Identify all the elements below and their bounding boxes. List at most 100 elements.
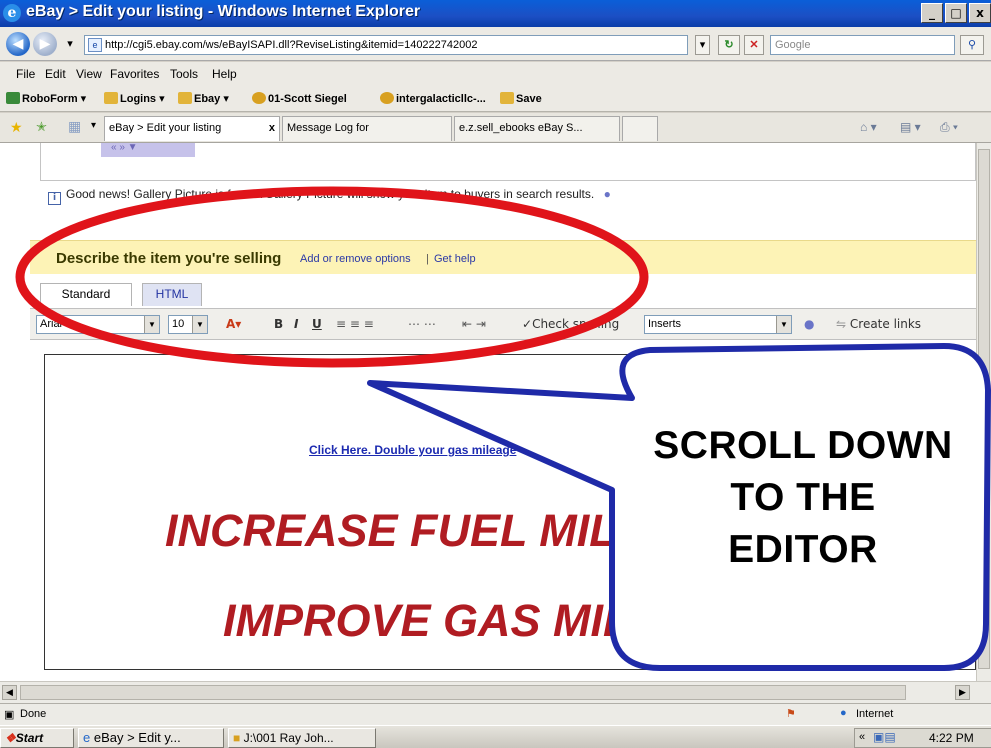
tab-message-log[interactable]: Message Log for xyxy=(282,116,452,141)
key-icon xyxy=(178,92,192,104)
folder-icon: ■ xyxy=(233,731,241,745)
font-color-label: A xyxy=(226,317,236,331)
create-links-label: Create links xyxy=(849,317,922,331)
italic-button[interactable]: I xyxy=(294,317,298,331)
save-link[interactable]: Save xyxy=(500,92,542,105)
tab-ez-sell[interactable]: e.z.sell_ebooks eBay S... xyxy=(454,116,620,141)
key-icon xyxy=(104,92,118,104)
back-icon[interactable]: ◀ xyxy=(6,32,30,56)
address-input[interactable]: e http://cgi5.ebay.com/ws/eBayISAPI.dll?… xyxy=(84,35,688,55)
callout-line-3: EDITOR xyxy=(728,528,878,571)
ebay-link[interactable]: Ebay ▾ xyxy=(178,92,229,105)
horizontal-scrollbar[interactable]: ◀ ▶ xyxy=(0,681,991,703)
taskbar-item-ebay[interactable]: e eBay > Edit y... xyxy=(78,728,224,748)
tab-label: eBay > Edit your listing xyxy=(109,122,222,134)
roboform-link[interactable]: RoboForm ▾ xyxy=(6,92,86,105)
address-dropdown-icon[interactable]: ▾ xyxy=(695,35,710,55)
tray-icons[interactable]: ▣▤ xyxy=(873,730,896,744)
history-dropdown-icon[interactable]: ▾ xyxy=(62,35,78,55)
add-favorites-icon[interactable]: ✭ xyxy=(36,119,47,135)
font-select[interactable]: Arial ▼ xyxy=(36,315,160,334)
tab-list-icon[interactable]: ▾ xyxy=(91,120,96,131)
search-input[interactable]: Google xyxy=(770,35,955,55)
hscroll-thumb[interactable] xyxy=(20,685,906,700)
vertical-scrollbar[interactable] xyxy=(976,143,991,681)
bold-button[interactable]: B xyxy=(274,317,283,331)
minimize-button[interactable]: _ xyxy=(921,3,943,23)
intergalactic-link[interactable]: intergalacticllc-... xyxy=(380,92,486,105)
check-spelling-button[interactable]: ✓Check spelling xyxy=(522,317,619,331)
check-spelling-label: Check spelling xyxy=(532,317,620,331)
inserts-value: Inserts xyxy=(648,318,682,330)
status-text: Done xyxy=(20,708,47,720)
address-url: http://cgi5.ebay.com/ws/eBayISAPI.dll?Re… xyxy=(105,39,478,51)
tab-label: Message Log for xyxy=(287,122,369,134)
roboform-icon xyxy=(6,92,20,104)
logins-link[interactable]: Logins ▾ xyxy=(104,92,165,105)
page-content: « » ▼ i Good news! Gallery Picture is fre… xyxy=(0,143,976,681)
add-remove-options-link[interactable]: Add or remove options xyxy=(300,253,411,265)
page-icon: e xyxy=(88,38,102,52)
menu-favorites[interactable]: Favorites xyxy=(110,67,159,81)
close-button[interactable]: x xyxy=(969,3,991,23)
print-icon[interactable]: ⎙ ▾ xyxy=(940,120,958,135)
section-title: Describe the item you're selling xyxy=(56,250,282,267)
create-links-button[interactable]: ⇋ Create links xyxy=(836,317,921,331)
new-tab-button[interactable] xyxy=(622,116,658,141)
windows-logo-icon: ❖ xyxy=(5,731,16,745)
links-bar: RoboForm ▾ Logins ▾ Ebay ▾ 01-Scott Sieg… xyxy=(0,86,991,112)
clock: 4:22 PM xyxy=(929,731,974,745)
refresh-icon[interactable]: ↻ xyxy=(718,35,740,55)
home-icon[interactable]: ⌂ ▾ xyxy=(860,120,877,134)
tab-standard[interactable]: Standard xyxy=(40,283,132,306)
menu-tools[interactable]: Tools xyxy=(170,67,198,81)
search-icon[interactable]: ⚲ xyxy=(960,35,984,55)
help-icon[interactable]: ● xyxy=(604,187,611,201)
feeds-icon[interactable]: ▤ ▾ xyxy=(900,120,921,134)
forward-icon[interactable]: ▶ xyxy=(33,32,57,56)
taskbar-item-folder[interactable]: ■ J:\001 Ray Joh... xyxy=(228,728,376,748)
maximize-button[interactable]: □ xyxy=(945,3,967,23)
list-buttons[interactable]: ⋯ ⋯ xyxy=(408,317,436,331)
title-bar: e eBay > Edit your listing - Windows Int… xyxy=(0,0,991,27)
favorites-star-icon[interactable]: ★ xyxy=(10,119,23,136)
tab-html[interactable]: HTML xyxy=(142,283,202,306)
menu-help[interactable]: Help xyxy=(212,67,237,81)
photo-controls[interactable]: « » ▼ xyxy=(101,143,195,157)
menu-view[interactable]: View xyxy=(76,67,102,81)
menu-file[interactable]: File xyxy=(16,67,35,81)
info-icon: i xyxy=(48,192,61,205)
close-tab-icon[interactable]: x xyxy=(269,117,275,140)
security-icon: ⚑ xyxy=(786,708,796,720)
stop-icon[interactable]: ✕ xyxy=(744,35,764,55)
scroll-right-icon[interactable]: ▶ xyxy=(955,685,970,700)
link-icon: ⇋ xyxy=(836,317,847,331)
gallery-info: i Good news! Gallery Picture is free. A G… xyxy=(48,187,611,205)
inserts-help-icon[interactable]: ● xyxy=(804,317,814,331)
inserts-select[interactable]: Inserts ▼ xyxy=(644,315,792,334)
zone-text: Internet xyxy=(856,708,894,720)
promo-heading-2: IMPROVE GAS MILEAGE xyxy=(223,595,759,646)
scroll-left-icon[interactable]: ◀ xyxy=(2,685,17,700)
window-controls: _ □ x xyxy=(921,3,991,23)
tab-bar: ★ ✭ ▦ ▾ eBay > Edit your listing x Messa… xyxy=(0,113,991,143)
chevron-down-icon: ▼ xyxy=(776,316,791,333)
scroll-thumb[interactable] xyxy=(978,149,990,669)
tab-ebay-edit[interactable]: eBay > Edit your listing x xyxy=(104,116,280,141)
underline-button[interactable]: U xyxy=(312,317,322,331)
link-separator: | xyxy=(426,253,429,265)
scott-siegel-link[interactable]: 01-Scott Siegel xyxy=(252,92,347,105)
menu-bar: File Edit View Favorites Tools Help xyxy=(0,62,991,86)
get-help-link[interactable]: Get help xyxy=(434,253,476,265)
size-select[interactable]: 10 ▼ xyxy=(168,315,208,334)
align-buttons[interactable]: ≡ ≡ ≡ xyxy=(336,317,374,331)
promo-link[interactable]: Click Here. Double your gas mileage xyxy=(309,443,516,457)
quick-tabs-icon[interactable]: ▦ xyxy=(68,118,81,135)
indent-buttons[interactable]: ⇤ ⇥ xyxy=(462,317,486,331)
menu-edit[interactable]: Edit xyxy=(45,67,66,81)
ie-icon: e xyxy=(83,730,91,745)
status-bar: ▣ Done ⚑ ● Internet xyxy=(0,703,991,725)
start-button[interactable]: ❖Start xyxy=(0,728,74,748)
tray-expand-icon[interactable]: « xyxy=(859,731,865,743)
font-color-button[interactable]: A▾ xyxy=(226,317,241,331)
